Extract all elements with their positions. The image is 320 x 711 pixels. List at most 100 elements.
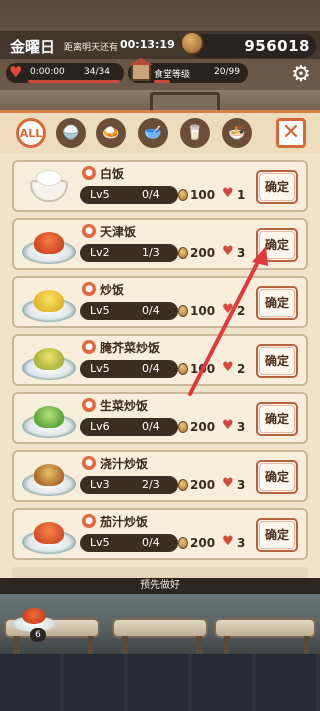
heart-icon: ♥ [9, 63, 23, 81]
dish-level: Lv5 [90, 362, 110, 375]
dish-hearts: 3 [237, 420, 246, 434]
dish-price: 200 [190, 536, 216, 550]
dish-count: 0/4 [142, 188, 160, 201]
drink-glass-icon[interactable]: 🥛 [180, 118, 210, 148]
heart-icon: ♥ [222, 476, 234, 491]
counter-leg [14, 636, 20, 656]
dish-image [20, 400, 78, 440]
coin-icon [178, 537, 188, 549]
dish-level: Lv2 [90, 246, 110, 259]
coin-icon [178, 363, 188, 375]
energy-count: 34/34 [84, 67, 110, 77]
close-button[interactable]: ✕ [276, 118, 306, 148]
dish-count: 0/4 [142, 362, 160, 375]
dish-level: Lv6 [90, 420, 110, 433]
coin-icon [178, 247, 188, 259]
energy-bar [28, 80, 120, 83]
rice-image [36, 170, 62, 186]
dish-name: 茄汁炒饭 [100, 515, 149, 529]
heart-icon: ♥ [222, 244, 234, 259]
filter-all-button[interactable]: ALL [16, 118, 46, 148]
prepared-count-badge: 6 [30, 628, 46, 642]
shop-level-count: 20/99 [214, 67, 240, 77]
heart-icon: ♥ [222, 186, 234, 201]
dish-image [20, 458, 78, 498]
dish-count: 0/4 [142, 304, 160, 317]
heart-icon: ♥ [222, 302, 234, 317]
counter-leg [304, 636, 310, 656]
confirm-button[interactable]: 确定 [256, 228, 298, 262]
shop-level-bar [154, 80, 170, 83]
day-label: 金曜日 [10, 38, 56, 56]
dish-count: 2/3 [142, 478, 160, 491]
dish-list: ● 白饭 Lv5 0/4 100 ♥ 1 确定 ● 天津饭 Lv2 1/3 20… [0, 155, 320, 575]
bottom-nav [0, 654, 320, 711]
dish-hearts: 2 [237, 362, 246, 376]
dish-count: 0/4 [142, 536, 160, 549]
dish-row: ● 茄汁炒饭 Lv5 0/4 200 ♥ 3 确定 [12, 508, 308, 560]
noodle-bowl-icon[interactable]: 🍜 [222, 118, 252, 148]
dish-price: 200 [190, 246, 216, 260]
coin-icon [178, 305, 188, 317]
coin-icon [180, 31, 204, 55]
dish-count: 1/3 [142, 246, 160, 259]
mustard-fried-rice-image [34, 348, 64, 370]
dish-name: 炒饭 [100, 283, 125, 297]
dish-name: 天津饭 [100, 225, 137, 239]
dish-image [20, 168, 78, 208]
dish-row: ● 炒饭 Lv5 0/4 100 ♥ 2 确定 [12, 276, 308, 328]
dish-price: 200 [190, 478, 216, 492]
dish-price: 100 [190, 362, 216, 376]
dish-hearts: 2 [237, 304, 246, 318]
dish-price: 100 [190, 188, 216, 202]
counter-leg [88, 636, 94, 656]
dish-image [20, 284, 78, 324]
counter-leg [196, 636, 202, 656]
soup-bowl-icon[interactable]: 🥣 [138, 118, 168, 148]
dish-hearts: 3 [237, 246, 246, 260]
confirm-button[interactable]: 确定 [256, 518, 298, 552]
confirm-button[interactable]: 确定 [256, 344, 298, 378]
dish-count: 0/4 [142, 420, 160, 433]
shop-level-label: 食堂等级 [154, 70, 191, 80]
heart-icon: ♥ [222, 360, 234, 375]
prep-counter[interactable] [214, 618, 316, 638]
dish-level: Lv5 [90, 304, 110, 317]
counter-leg [122, 636, 128, 656]
dish-type-icon: ● [82, 224, 96, 238]
coin-icon [178, 479, 188, 491]
prep-counter[interactable] [112, 618, 208, 638]
until-tomorrow-label: 距离明天还有 [64, 43, 119, 53]
dish-type-icon: ● [82, 166, 96, 180]
dish-price: 200 [190, 420, 216, 434]
rice-bowl-icon[interactable]: 🍚 [56, 118, 86, 148]
confirm-button[interactable]: 确定 [256, 460, 298, 494]
countdown-timer: 00:13:19 [120, 38, 175, 51]
tianjin-rice-image [34, 232, 64, 254]
dish-image [20, 516, 78, 556]
dish-hearts: 1 [237, 188, 246, 202]
dish-icon[interactable]: 🍛 [96, 118, 126, 148]
heart-icon: ♥ [222, 534, 234, 549]
counter-leg [224, 636, 230, 656]
confirm-button[interactable]: 确定 [256, 286, 298, 320]
confirm-button[interactable]: 确定 [256, 170, 298, 204]
dish-level: Lv5 [90, 188, 110, 201]
dish-type-icon: ● [82, 398, 96, 412]
gear-icon[interactable]: ⚙ [289, 63, 313, 87]
dish-type-icon: ● [82, 514, 96, 528]
shop-icon [129, 58, 153, 81]
dish-price: 100 [190, 304, 216, 318]
dish-level: Lv5 [90, 536, 110, 549]
energy-time: 0:00:00 [30, 67, 65, 77]
dish-row: ● 天津饭 Lv2 1/3 200 ♥ 3 确定 [12, 218, 308, 270]
dish-row: ● 生菜炒饭 Lv6 0/4 200 ♥ 3 确定 [12, 392, 308, 444]
dish-row: ● 白饭 Lv5 0/4 100 ♥ 1 确定 [12, 160, 308, 212]
prepared-header: 预先做好 [0, 578, 320, 594]
tianjin-rice-image [22, 608, 46, 624]
dish-row: ● 浇汁炒饭 Lv3 2/3 200 ♥ 3 确定 [12, 450, 308, 502]
confirm-button[interactable]: 确定 [256, 402, 298, 436]
dish-name: 腌芥菜炒饭 [100, 341, 161, 355]
dish-name: 浇汁炒饭 [100, 457, 149, 471]
dish-type-icon: ● [82, 340, 96, 354]
